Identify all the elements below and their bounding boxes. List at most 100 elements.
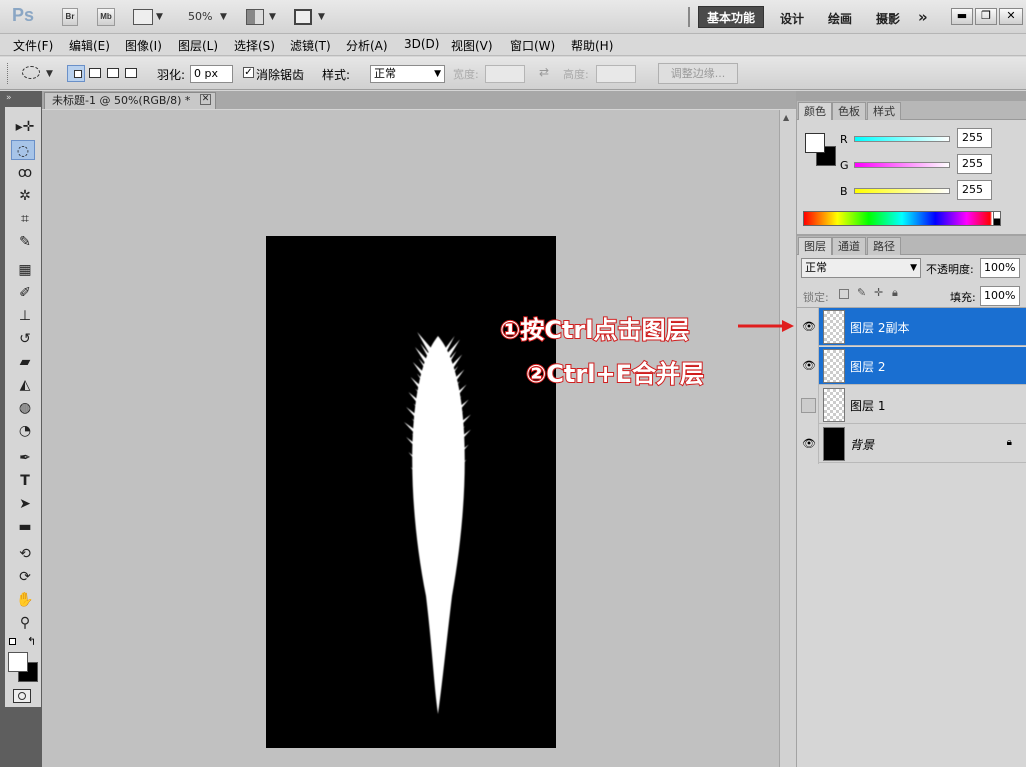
history-brush-tool-icon[interactable]: ↺ — [13, 329, 37, 349]
swap-icon[interactable]: ⇄ — [539, 65, 549, 79]
crop-tool-icon[interactable]: ⌗ — [13, 209, 37, 229]
rectangle-tool-icon[interactable]: ▬ — [13, 517, 37, 537]
tab-layers[interactable]: 图层 — [798, 237, 832, 255]
menu-filter[interactable]: 滤镜(T) — [290, 37, 331, 54]
elliptical-marquee-icon[interactable] — [22, 66, 40, 79]
height-input[interactable] — [596, 65, 636, 83]
pen-tool-icon[interactable]: ✒ — [13, 448, 37, 468]
tab-paths[interactable]: 路径 — [867, 237, 901, 255]
eraser-tool-icon[interactable]: ▰ — [13, 352, 37, 372]
blend-mode-value: 正常 — [805, 261, 827, 274]
default-colors-icon[interactable] — [9, 638, 16, 645]
zoom-level[interactable]: 50% — [188, 10, 212, 23]
workspace-photography[interactable]: 摄影 — [876, 10, 900, 27]
menu-edit[interactable]: 编辑(E) — [69, 37, 110, 54]
foreground-color-swatch[interactable] — [805, 133, 825, 153]
tab-styles[interactable]: 样式 — [867, 102, 901, 120]
chevron-down-icon[interactable]: ▼ — [220, 12, 227, 22]
collapse-icon[interactable]: » — [6, 93, 12, 103]
menu-analysis[interactable]: 分析(A) — [346, 37, 388, 54]
intersect-selection-icon[interactable] — [125, 68, 137, 78]
lock-transparent-icon[interactable] — [839, 289, 849, 299]
workspace-design[interactable]: 设计 — [780, 10, 804, 27]
channel-g-input[interactable]: 255 — [957, 154, 992, 174]
refine-edge-button[interactable]: 调整边缘... — [658, 63, 738, 84]
paint-bucket-tool-icon[interactable]: ◭ — [13, 375, 37, 395]
channel-b-slider[interactable] — [854, 188, 950, 194]
menu-file[interactable]: 文件(F) — [13, 37, 53, 54]
antialias-checkbox[interactable]: ✓ — [243, 67, 254, 78]
style-value: 正常 — [374, 67, 396, 80]
type-tool-icon[interactable]: T — [13, 471, 37, 491]
foreground-color-swatch[interactable] — [8, 652, 28, 672]
zoom-tool-icon[interactable]: ⚲ — [13, 613, 37, 633]
add-selection-icon[interactable] — [89, 68, 101, 78]
channel-g-slider[interactable] — [854, 162, 950, 168]
workspace-painting[interactable]: 绘画 — [828, 10, 852, 27]
quick-mask-icon[interactable] — [13, 689, 31, 703]
menu-help[interactable]: 帮助(H) — [571, 37, 613, 54]
chevron-down-icon[interactable]: ▼ — [318, 12, 325, 22]
eyedropper-tool-icon[interactable]: ✎ — [13, 232, 37, 252]
subtract-selection-icon[interactable] — [107, 68, 119, 78]
document-tab[interactable]: 未标题-1 @ 50%(RGB/8) * ✕ — [44, 92, 216, 109]
layer-row[interactable]: 图层 2副本 — [819, 308, 1026, 346]
opacity-input[interactable]: 100% — [980, 258, 1020, 278]
view-extras-icon[interactable] — [133, 9, 153, 25]
menu-image[interactable]: 图像(I) — [125, 37, 162, 54]
fill-input[interactable]: 100% — [980, 286, 1020, 306]
restore-button[interactable]: ❐ — [975, 8, 997, 25]
chevron-down-icon[interactable]: ▼ — [269, 12, 276, 22]
menu-window[interactable]: 窗口(W) — [510, 37, 555, 54]
color-spectrum-bar[interactable] — [803, 211, 1001, 226]
channel-r-input[interactable]: 255 — [957, 128, 992, 148]
lock-pixels-icon[interactable]: ✎ — [857, 286, 866, 299]
channel-b-input[interactable]: 255 — [957, 180, 992, 200]
move-tool-icon[interactable]: ▸✛ — [13, 117, 37, 137]
quick-selection-tool-icon[interactable]: ✲ — [13, 186, 37, 206]
menu-3d[interactable]: 3D(D) — [404, 37, 439, 51]
menu-view[interactable]: 视图(V) — [451, 37, 493, 54]
tab-color[interactable]: 颜色 — [798, 102, 832, 120]
lasso-tool-icon[interactable]: ꝏ — [13, 163, 37, 183]
close-button[interactable]: ✕ — [999, 8, 1023, 25]
path-selection-tool-icon[interactable]: ➤ — [13, 494, 37, 514]
vertical-scrollbar[interactable]: ▲ — [779, 110, 796, 767]
3d-rotate-tool-icon[interactable]: ⟲ — [13, 544, 37, 564]
spot-healing-tool-icon[interactable]: ▦ — [13, 260, 37, 280]
arrange-documents-icon[interactable] — [246, 9, 264, 25]
brush-tool-icon[interactable]: ✐ — [13, 283, 37, 303]
blend-mode-select[interactable]: 正常 ▼ — [801, 258, 921, 278]
black-white-swatch[interactable] — [993, 211, 1001, 226]
channel-r-slider[interactable] — [854, 136, 950, 142]
style-select[interactable]: 正常 ▼ — [370, 65, 445, 83]
bridge-button[interactable]: Br — [62, 8, 78, 26]
tab-channels[interactable]: 通道 — [832, 237, 866, 255]
blur-tool-icon[interactable]: ◍ — [13, 398, 37, 418]
elliptical-marquee-tool-icon[interactable]: ◌ — [11, 140, 35, 160]
tab-swatches[interactable]: 色板 — [832, 102, 866, 120]
workspace-essentials[interactable]: 基本功能 — [698, 6, 764, 28]
menu-select[interactable]: 选择(S) — [234, 37, 275, 54]
dodge-tool-icon[interactable]: ◔ — [13, 421, 37, 441]
chevron-down-icon[interactable]: ▼ — [46, 69, 53, 79]
swap-colors-icon[interactable]: ↰ — [27, 635, 36, 648]
more-workspaces-icon[interactable]: » — [918, 8, 928, 26]
chevron-down-icon[interactable]: ▼ — [156, 12, 163, 22]
lock-position-icon[interactable]: ✛ — [874, 286, 883, 299]
minibridge-button[interactable]: Mb — [97, 8, 115, 26]
clone-stamp-tool-icon[interactable]: ⊥ — [13, 306, 37, 326]
3d-orbit-tool-icon[interactable]: ⟳ — [13, 567, 37, 587]
lock-all-icon[interactable]: 🔒︎ — [892, 286, 898, 300]
width-input[interactable] — [485, 65, 525, 83]
layer-row[interactable]: 背景 🔒︎ — [819, 425, 1026, 463]
layer-row[interactable]: 图层 1 — [819, 386, 1026, 424]
scroll-up-icon[interactable]: ▲ — [783, 113, 793, 123]
close-tab-icon[interactable]: ✕ — [200, 94, 211, 105]
hand-tool-icon[interactable]: ✋ — [13, 590, 37, 610]
feather-input[interactable]: 0 px — [190, 65, 233, 83]
layer-row[interactable]: 图层 2 — [819, 347, 1026, 385]
menu-layer[interactable]: 图层(L) — [178, 37, 218, 54]
minimize-button[interactable]: ▬ — [951, 8, 973, 25]
screen-mode-icon[interactable] — [294, 9, 312, 25]
